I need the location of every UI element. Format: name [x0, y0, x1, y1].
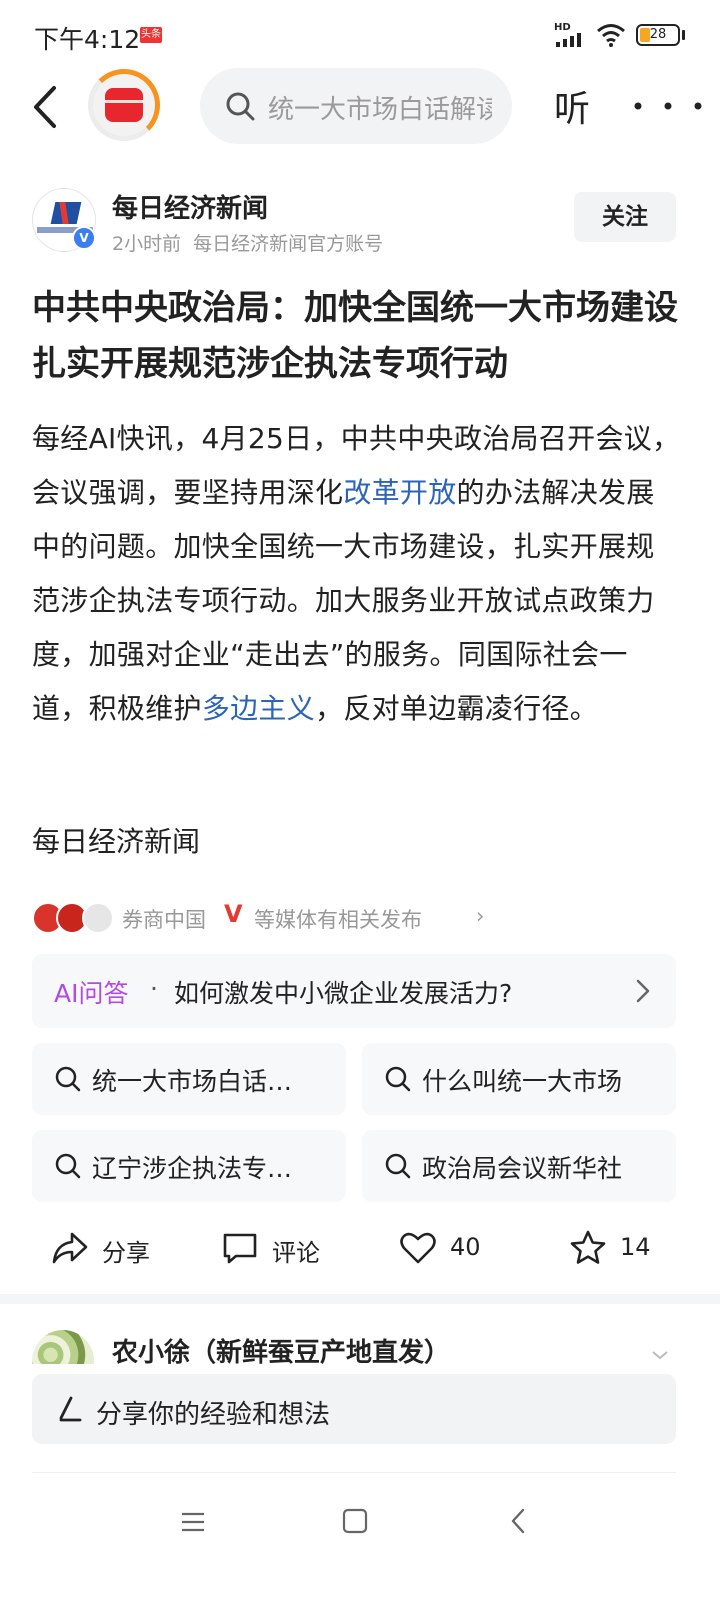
chevron-right-icon: › [476, 904, 485, 928]
media-avatar-icon [82, 902, 114, 934]
commenter-avatar[interactable] [32, 1330, 94, 1364]
battery-icon: 28 [636, 24, 680, 46]
share-button[interactable]: 分享 [50, 1224, 180, 1272]
body-text: ，反对单边霸凌行径。 [315, 692, 599, 725]
verified-v-icon: V [224, 900, 243, 928]
article-title: 中共中央政治局：加快全国统一大市场建设 扎实开展规范涉企执法专项行动 [32, 288, 678, 384]
like-button[interactable]: 40 [398, 1224, 508, 1272]
search-suggestion[interactable]: 政治局会议新华社 [362, 1130, 676, 1202]
star-icon [570, 1230, 606, 1264]
chevron-down-icon[interactable] [650, 1348, 670, 1362]
suggestion-text: 政治局会议新华社 [422, 1154, 623, 1183]
search-suggestion[interactable]: 什么叫统一大市场 [362, 1043, 676, 1115]
back-arrow-icon[interactable] [24, 80, 70, 134]
home-square-icon[interactable] [342, 1508, 368, 1534]
ai-qa-label: AI问答 [54, 979, 129, 1008]
comment-label: 评论 [272, 1239, 320, 1267]
app-notification-badge: 头条 [140, 27, 162, 43]
publish-time: 2小时前 [112, 233, 182, 255]
verified-badge: V [72, 226, 96, 250]
signal-icon [556, 33, 586, 47]
search-placeholder: 统一大市场白话解读 [268, 95, 492, 125]
share-arrow-icon [52, 1232, 88, 1264]
suggestion-text: 辽宁涉企执法专… [92, 1154, 293, 1183]
related-text: 等媒体有相关发布 [254, 908, 422, 932]
follow-button[interactable]: 关注 [574, 192, 676, 242]
heart-icon [400, 1232, 436, 1264]
article-source: 每日经济新闻 [32, 825, 201, 858]
author-description: 每日经济新闻官方账号 [193, 233, 384, 255]
ai-question: 如何激发中小微企业发展活力? [174, 979, 513, 1008]
keyword-link-multilateralism[interactable]: 多边主义 [202, 692, 315, 725]
ai-qa-row[interactable]: AI问答 · 如何激发中小微企业发展活力? [32, 954, 676, 1028]
comment-icon [223, 1233, 257, 1264]
search-suggestion[interactable]: 统一大市场白话… [32, 1043, 346, 1115]
section-divider [0, 1294, 720, 1304]
commenter-name[interactable]: 农小徐（新鲜蚕豆产地直发） [112, 1332, 450, 1369]
system-back-icon[interactable] [508, 1506, 528, 1536]
status-time: 下午4:12 [34, 25, 141, 54]
like-count: 40 [450, 1233, 481, 1261]
suggestion-text: 统一大市场白话… [92, 1067, 293, 1096]
favorite-count: 14 [620, 1233, 651, 1261]
share-label: 分享 [102, 1239, 150, 1267]
app-logo[interactable] [88, 69, 160, 141]
search-icon [385, 1066, 411, 1092]
search-icon [226, 92, 255, 121]
comment-placeholder: 分享你的经验和想法 [96, 1400, 331, 1430]
battery-level: 28 [649, 27, 667, 42]
status-bar: 下午4:12 头条 HD 28 [0, 0, 720, 70]
suggestion-text: 什么叫统一大市场 [422, 1067, 623, 1096]
network-hd-label: HD [554, 22, 571, 33]
system-navigation-bar [0, 1490, 720, 1570]
separator-dot: · [150, 974, 158, 1003]
search-bar[interactable]: 统一大市场白话解读 [200, 68, 512, 144]
menu-icon[interactable] [180, 1510, 206, 1534]
listen-button[interactable]: 听 [554, 80, 590, 132]
author-name[interactable]: 每日经济新闻 [112, 188, 268, 225]
article-body: 每经AI快讯，4月25日，中共中央政治局召开会议，会议强调，要坚持用深化改革开放… [32, 412, 682, 736]
search-icon [385, 1153, 411, 1179]
related-source-name: 券商中国 [122, 908, 206, 932]
comment-button[interactable]: 评论 [220, 1224, 350, 1272]
top-navigation: 统一大市场白话解读 听 [0, 64, 720, 148]
divider [32, 1472, 676, 1473]
author-meta: 2小时前 每日经济新闻官方账号 [112, 229, 383, 256]
keyword-link-reform[interactable]: 改革开放 [343, 476, 456, 509]
pen-icon [59, 1396, 82, 1422]
search-icon [55, 1066, 81, 1092]
body-text: 的办法解决发展中的问题。加快全国统一大市场建设，扎实开展规范涉企执法专项行动。加… [32, 476, 655, 725]
search-icon [55, 1153, 81, 1179]
related-media-row[interactable]: 券商中国 V 等媒体有相关发布 › [32, 900, 532, 940]
comment-input[interactable]: 分享你的经验和想法 [32, 1374, 676, 1444]
search-suggestion[interactable]: 辽宁涉企执法专… [32, 1130, 346, 1202]
favorite-button[interactable]: 14 [568, 1224, 678, 1272]
more-options-icon[interactable] [632, 94, 704, 118]
chevron-right-icon [636, 979, 650, 1003]
wifi-icon [597, 24, 625, 47]
